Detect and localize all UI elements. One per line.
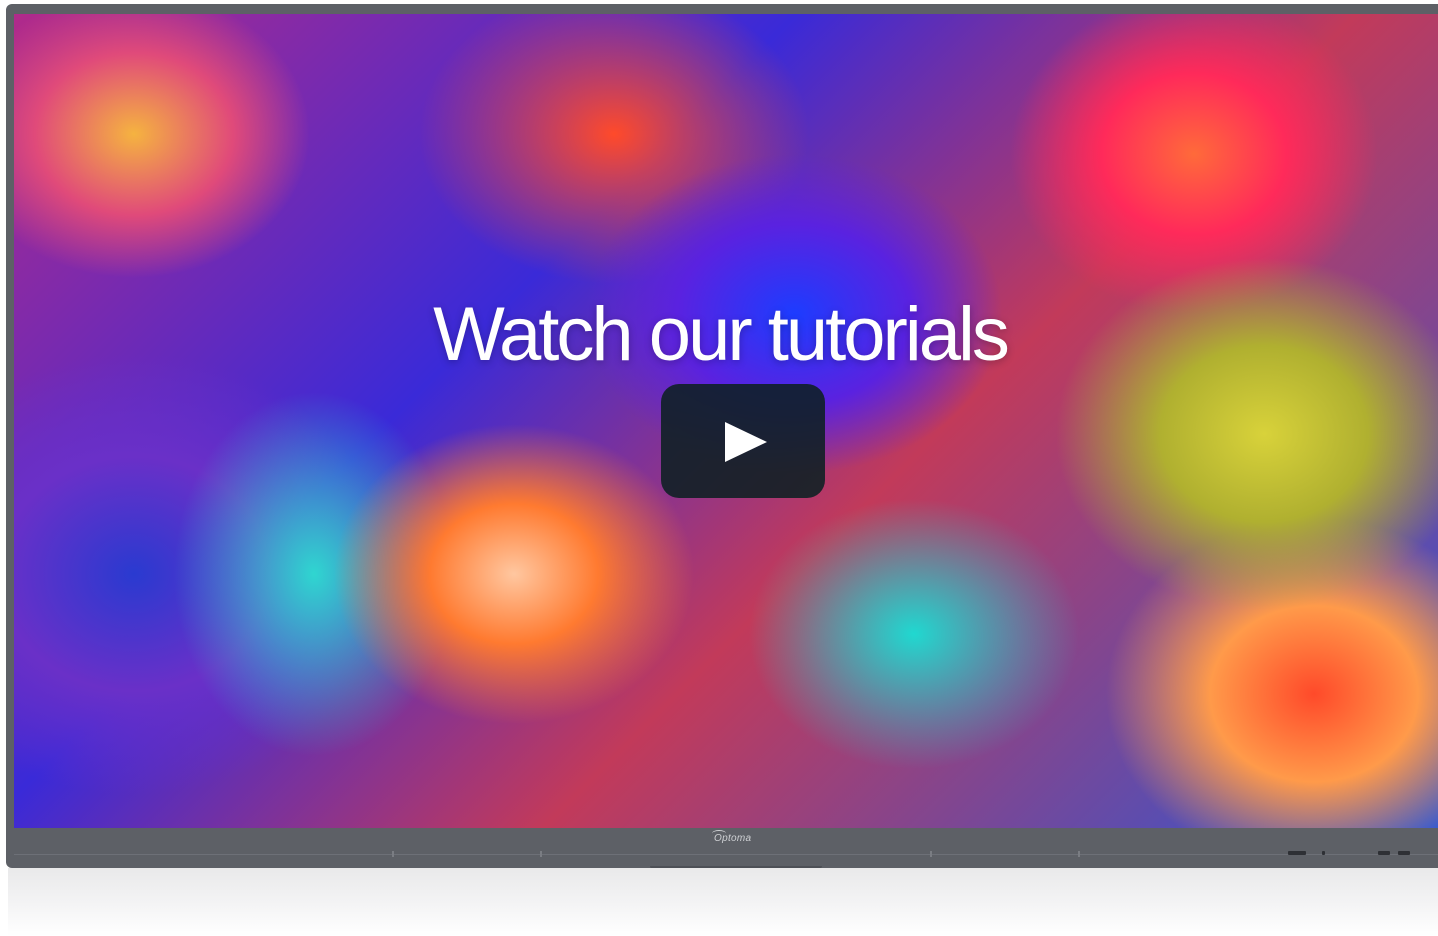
display-bezel: Optoma [6, 828, 1438, 869]
video-thumbnail[interactable]: Watch our tutorials [14, 14, 1438, 828]
bezel-marker [540, 851, 542, 857]
usb-port [1378, 851, 1390, 855]
sensor-dot [1322, 851, 1325, 855]
brand-logo: Optoma [714, 833, 752, 844]
usb-port [1288, 851, 1306, 855]
play-button[interactable] [661, 384, 825, 498]
bezel-marker [392, 851, 394, 857]
bezel-marker [930, 851, 932, 857]
video-title: Watch our tutorials [433, 292, 1010, 377]
bezel-marker [1078, 851, 1080, 857]
display-reflection [8, 868, 1438, 936]
usb-port [1398, 851, 1410, 855]
play-icon [725, 422, 767, 462]
bezel-divider [14, 854, 1438, 855]
